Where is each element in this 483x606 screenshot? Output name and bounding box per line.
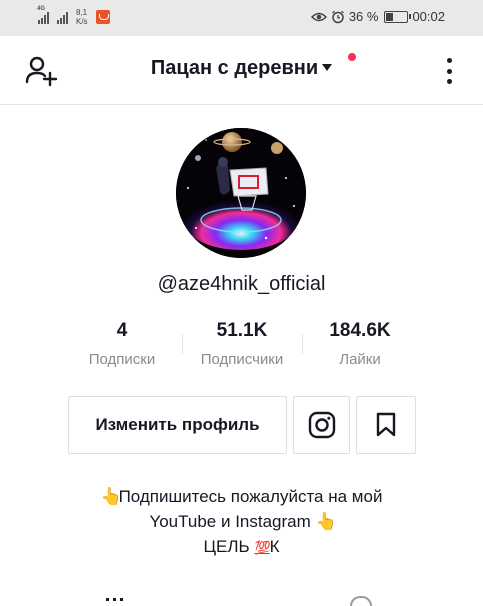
bio-line-2: YouTube и Instagram 👆 <box>0 509 483 534</box>
profile-header: Пацан с деревни <box>0 36 483 105</box>
stat-value: 184.6K <box>329 320 391 341</box>
account-switcher[interactable]: Пацан с деревни <box>0 57 483 80</box>
bio-text-2: YouTube и Instagram <box>149 512 311 531</box>
stat-value: 51.1K <box>216 320 268 341</box>
notification-dot <box>348 53 356 61</box>
instagram-icon <box>308 411 335 439</box>
profile-tabs <box>0 592 483 606</box>
hundred-points-icon: 💯 <box>254 540 270 555</box>
username: @aze4hnik_official <box>157 273 326 295</box>
stat-label: Подписчики <box>200 351 284 368</box>
signal-strength-icon: 4G <box>37 6 49 24</box>
network-speed: 8,1 K/s <box>76 8 88 26</box>
bookmark-icon <box>376 412 396 437</box>
edit-profile-button[interactable]: Изменить профиль <box>68 396 287 454</box>
eye-icon <box>310 12 327 21</box>
avatar[interactable] <box>176 128 306 258</box>
bio-goal-suffix: К <box>269 537 280 556</box>
bio-text-1: Подпишитесь пожалуйста на мой <box>118 487 383 506</box>
alarm-icon <box>331 10 344 23</box>
profile-title: Пацан с деревни <box>150 57 319 79</box>
liked-videos-tab-icon[interactable] <box>350 596 372 606</box>
bio-line-1: 👆Подпишитесь пожалуйста на мой <box>0 484 483 509</box>
instagram-button[interactable] <box>293 396 350 454</box>
stat-likes[interactable]: 184.6K Лайки <box>300 320 420 368</box>
network-type-label: 4G <box>37 6 46 12</box>
status-right: 36 % 00:02 <box>310 9 445 24</box>
signal-strength-2-icon <box>57 10 68 24</box>
more-options-icon[interactable] <box>447 58 455 84</box>
bookmarks-button[interactable] <box>356 396 416 454</box>
videos-grid-tab-icon[interactable] <box>106 598 123 601</box>
stat-followers[interactable]: 51.1K Подписчики <box>182 320 302 368</box>
stat-value: 4 <box>116 320 128 341</box>
battery-icon <box>384 10 412 23</box>
stat-following[interactable]: 4 Подписки <box>62 320 182 368</box>
profile-bio: 👆Подпишитесь пожалуйста на мой YouTube и… <box>0 484 483 560</box>
stat-label: Подписки <box>88 351 156 368</box>
status-bar: 4G 8,1 K/s 36 % 00:02 <box>0 0 483 36</box>
chevron-down-icon <box>322 64 333 71</box>
bio-goal-prefix: ЦЕЛЬ <box>203 537 250 556</box>
bio-line-3: ЦЕЛЬ 💯К <box>0 534 483 560</box>
profile-stats: 4 Подписки 51.1K Подписчики 184.6K Лайки <box>60 320 423 376</box>
network-speed-unit: K/s <box>76 17 88 26</box>
battery-percent: 36 % <box>348 9 379 24</box>
clock: 00:02 <box>412 9 445 24</box>
space-basketball-hoop-avatar <box>176 128 306 258</box>
status-left: 4G 8,1 K/s <box>37 6 110 26</box>
aliexpress-notification-icon <box>95 10 110 24</box>
pointing-up-icon: 👆 <box>100 487 122 506</box>
stat-label: Лайки <box>339 351 381 368</box>
pointing-up-icon: 👆 <box>315 512 337 531</box>
network-speed-value: 8,1 <box>76 8 88 17</box>
battery-level <box>386 12 393 21</box>
